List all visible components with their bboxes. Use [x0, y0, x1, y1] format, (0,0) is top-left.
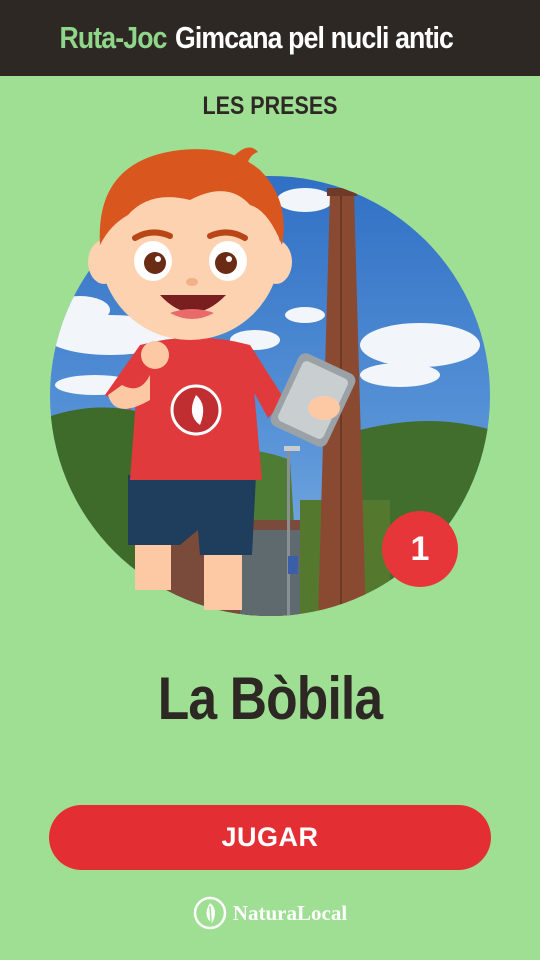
play-button[interactable]: JUGAR	[49, 805, 491, 870]
leaf-icon	[193, 896, 227, 930]
app-header: Ruta-Joc Gimcana pel nucli antic	[0, 0, 540, 76]
header-subtitle: Gimcana pel nucli antic	[174, 20, 454, 55]
footer-logo: NaturaLocal	[0, 896, 540, 930]
footer-brand-name: NaturaLocal	[232, 900, 348, 925]
location-label: LES PRESES	[202, 92, 338, 120]
stage-title: La Bòbila	[157, 665, 383, 732]
brand-name: Ruta-Joc	[59, 20, 167, 55]
stage-illustration	[50, 147, 490, 616]
stage-number-badge: 1	[382, 511, 458, 587]
